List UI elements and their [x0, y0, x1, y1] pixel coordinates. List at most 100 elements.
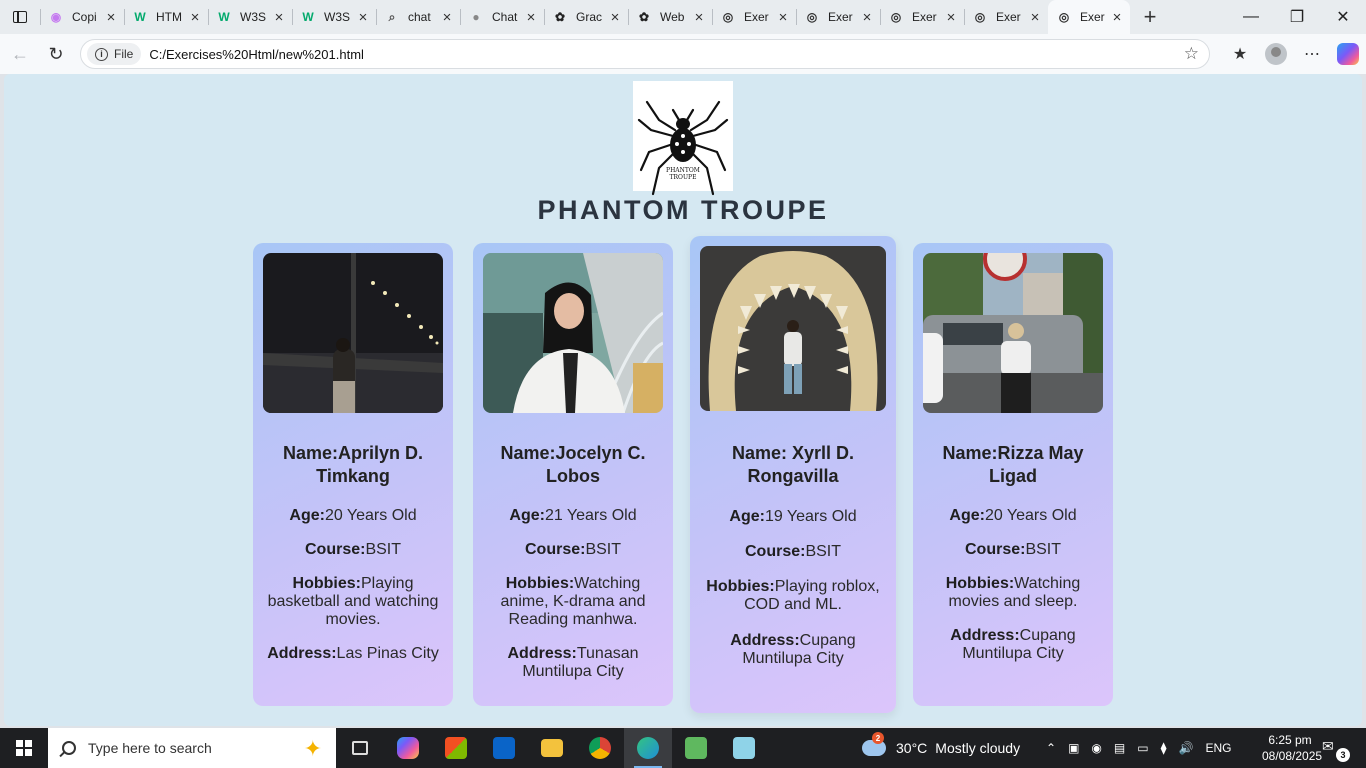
browser-tab[interactable]: ✿ Web ×	[628, 0, 712, 34]
w3schools-icon: W	[302, 10, 314, 24]
close-tab-icon[interactable]: ×	[356, 9, 370, 26]
course-label: Course:	[304, 541, 366, 558]
member-hobbies: Hobbies:Watching movies and sleep.	[921, 575, 1105, 611]
outlook-button[interactable]	[480, 728, 528, 768]
minimize-button[interactable]: —	[1228, 0, 1274, 34]
start-button[interactable]	[0, 728, 48, 768]
restore-button[interactable]: ❐	[1274, 0, 1320, 34]
avatar	[1265, 43, 1287, 65]
taskbar: Type here to search ✦ 2 30°C Mostly clou…	[0, 728, 1366, 768]
browser-tab[interactable]: ◎ Exer ×	[964, 0, 1048, 34]
browser-tab[interactable]: W HTM ×	[124, 0, 208, 34]
refresh-button[interactable]: ↻	[38, 38, 74, 70]
tab-strip: ◉ Copi × W HTM × W W3S × W W3S × ⌕ chat × ● Chat × ✿ Grac × ✿…	[0, 0, 1366, 34]
browser-tab[interactable]: W W3S ×	[292, 0, 376, 34]
logo-caption-line2: TROUPE	[669, 174, 697, 181]
browser-tab[interactable]: ◉ Copi ×	[40, 0, 124, 34]
name-value: Rizza May Ligad	[989, 443, 1084, 486]
browser-tab[interactable]: ◎ Exer ×	[880, 0, 964, 34]
search-placeholder: Type here to search	[88, 740, 212, 756]
outlook-icon	[493, 737, 515, 759]
browser-tab[interactable]: ◎ Exer ×	[712, 0, 796, 34]
task-view-button[interactable]	[336, 728, 384, 768]
profile-button[interactable]	[1258, 38, 1294, 70]
close-tab-icon[interactable]: ×	[608, 9, 622, 26]
close-window-button[interactable]: ✕	[1320, 0, 1366, 34]
favorite-star-icon[interactable]: ☆	[1184, 44, 1199, 64]
store-button[interactable]	[432, 728, 480, 768]
browser-tab[interactable]: ◎ Exer ×	[796, 0, 880, 34]
edge-icon	[637, 737, 659, 759]
close-tab-icon[interactable]: ×	[944, 9, 958, 26]
age-value: 20 Years Old	[324, 507, 417, 524]
file-explorer-button[interactable]	[528, 728, 576, 768]
battery-icon[interactable]: ▭	[1137, 741, 1148, 755]
close-tab-icon[interactable]: ×	[1028, 9, 1042, 26]
notepad-button[interactable]	[672, 728, 720, 768]
chrome-button[interactable]	[576, 728, 624, 768]
sparkle-icon: ✦	[303, 736, 322, 761]
page-title: PHANTOM TROUPE	[537, 195, 829, 225]
weather-widget[interactable]: 2 30°C Mostly cloudy	[862, 728, 1020, 768]
hobbies-label: Hobbies:	[505, 575, 575, 592]
volume-icon[interactable]: 🔊	[1179, 741, 1194, 755]
browser-tab[interactable]: ● Chat ×	[460, 0, 544, 34]
browser-tab[interactable]: W W3S ×	[208, 0, 292, 34]
copilot-button[interactable]	[1330, 38, 1366, 70]
close-tab-icon[interactable]: ×	[272, 9, 286, 26]
favorites-icon[interactable]: ★	[1222, 38, 1258, 70]
wifi-icon[interactable]: ⧫	[1161, 741, 1167, 755]
back-button[interactable]: ←	[2, 38, 38, 70]
edge-button[interactable]	[624, 728, 672, 768]
address-bar[interactable]: i File C:/Exercises%20Html/new%201.html …	[80, 39, 1210, 69]
logo: PHANTOM TROUPE	[633, 81, 733, 196]
close-tab-icon[interactable]: ×	[1110, 9, 1124, 26]
app-icon	[733, 737, 755, 759]
language-indicator[interactable]: ENG	[1205, 741, 1231, 755]
tab-title: HTM	[156, 10, 182, 24]
course-value: BSIT	[1025, 541, 1061, 558]
security-icon[interactable]: ◉	[1091, 741, 1101, 755]
taskbar-search[interactable]: Type here to search ✦	[48, 728, 336, 768]
tab-title: Exer	[996, 10, 1021, 24]
close-tab-icon[interactable]: ×	[524, 9, 538, 26]
member-photo	[700, 246, 886, 411]
notepad-icon	[685, 737, 707, 759]
close-tab-icon[interactable]: ×	[104, 9, 118, 26]
browser-tab[interactable]: ✿ Grac ×	[544, 0, 628, 34]
tab-title: W3S	[240, 10, 267, 24]
folder-icon	[541, 739, 563, 757]
clock-time: 6:25 pm	[1268, 733, 1312, 747]
display-icon[interactable]: ▤	[1114, 741, 1125, 755]
close-tab-icon[interactable]: ×	[860, 9, 874, 26]
url-text[interactable]: C:/Exercises%20Html/new%201.html	[149, 47, 364, 62]
close-tab-icon[interactable]: ×	[440, 9, 454, 26]
browser-tab[interactable]: ⌕ chat ×	[376, 0, 460, 34]
browser-tab[interactable]: ◎ Exer ×	[1048, 0, 1130, 34]
clock[interactable]: 6:25 pm 08/08/2025	[1262, 732, 1322, 764]
settings-more-icon[interactable]: ⋯	[1294, 38, 1330, 70]
tab-actions-button[interactable]	[0, 0, 40, 34]
copilot-icon	[397, 737, 419, 759]
app-button[interactable]	[720, 728, 768, 768]
openai-icon: ✿	[554, 10, 566, 24]
meet-now-icon[interactable]: ▣	[1068, 741, 1079, 755]
tab-title: Exer	[828, 10, 853, 24]
member-card: Name:Rizza May Ligad Age:20 Years Old Co…	[913, 243, 1113, 706]
name-label: Name:	[731, 443, 787, 463]
copilot-taskbar-button[interactable]	[384, 728, 432, 768]
close-tab-icon[interactable]: ×	[776, 9, 790, 26]
weather-badge: 2	[872, 732, 884, 744]
course-value: BSIT	[365, 541, 401, 558]
address-label: Address:	[507, 645, 577, 662]
close-tab-icon[interactable]: ×	[188, 9, 202, 26]
notification-center-button[interactable]: ✉ 3	[1322, 738, 1350, 762]
member-address: Address:Tunasan Muntilupa City	[481, 645, 665, 681]
chevron-up-icon[interactable]: ⌃	[1046, 741, 1056, 755]
globe-icon: ◎	[722, 10, 734, 24]
globe-icon: ◎	[1058, 10, 1070, 24]
chatgpt-icon: ●	[472, 10, 480, 24]
site-info-button[interactable]: i File	[87, 43, 142, 65]
new-tab-button[interactable]: +	[1134, 0, 1166, 34]
close-tab-icon[interactable]: ×	[692, 9, 706, 26]
